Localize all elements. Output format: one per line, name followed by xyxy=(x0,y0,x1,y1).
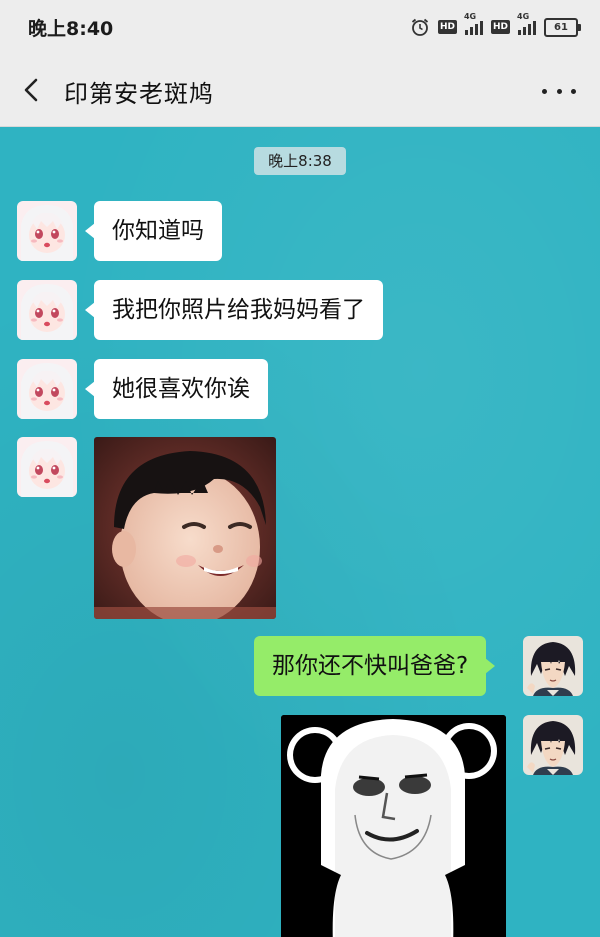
chat-header: 印第安老斑鸠 xyxy=(0,52,600,127)
alarm-icon xyxy=(411,18,429,36)
signal-icon: 4G xyxy=(464,12,483,35)
chevron-left-icon xyxy=(24,78,38,102)
incoming-message[interactable]: 你知道吗 xyxy=(85,201,222,261)
hd-badge: HD xyxy=(437,20,457,34)
incoming-message[interactable]: 我把你照片给我妈妈看了 xyxy=(85,280,383,340)
contact-avatar[interactable] xyxy=(17,280,77,340)
network-type-label: 4G xyxy=(463,12,477,21)
contact-avatar[interactable] xyxy=(17,201,77,261)
anime-girl-avatar-icon xyxy=(17,280,77,340)
hd-badge-2: HD xyxy=(490,20,510,34)
anime-girl-avatar-icon xyxy=(17,359,77,419)
chat-message-list[interactable]: 晚上8:38 你知道吗 我把你照片给我妈妈看了 她很喜欢你诶 那你还不快叫爸爸? xyxy=(0,127,600,937)
anime-boy-avatar-icon xyxy=(523,636,583,696)
more-dots-icon xyxy=(542,88,547,94)
more-options-button[interactable] xyxy=(542,74,576,108)
status-time: 晚上8:40 xyxy=(28,18,114,40)
signal-icon-2: 4G xyxy=(517,12,536,35)
panda-meme-sticker-icon xyxy=(281,715,506,937)
chat-title: 印第安老斑鸠 xyxy=(64,80,214,108)
smiling-child-photo-icon xyxy=(94,437,276,619)
outgoing-sticker-message[interactable] xyxy=(281,715,506,937)
contact-avatar[interactable] xyxy=(17,359,77,419)
anime-boy-avatar-icon xyxy=(523,715,583,775)
status-icons: HD 4G HD 4G 61 xyxy=(410,12,581,38)
contact-avatar[interactable] xyxy=(17,437,77,497)
message-timestamp: 晚上8:38 xyxy=(254,147,346,175)
my-avatar[interactable] xyxy=(523,715,583,775)
anime-girl-avatar-icon xyxy=(17,437,77,497)
back-button[interactable] xyxy=(14,72,50,108)
incoming-image-message[interactable] xyxy=(94,437,276,619)
battery-icon: 61 xyxy=(544,17,581,37)
incoming-message[interactable]: 她很喜欢你诶 xyxy=(85,359,268,419)
anime-girl-avatar-icon xyxy=(17,201,77,261)
outgoing-message[interactable]: 那你还不快叫爸爸? xyxy=(254,636,496,696)
network-type-label-2: 4G xyxy=(517,12,530,21)
status-bar: 晚上8:40 HD 4G HD 4G 61 xyxy=(0,0,600,52)
my-avatar[interactable] xyxy=(523,636,583,696)
